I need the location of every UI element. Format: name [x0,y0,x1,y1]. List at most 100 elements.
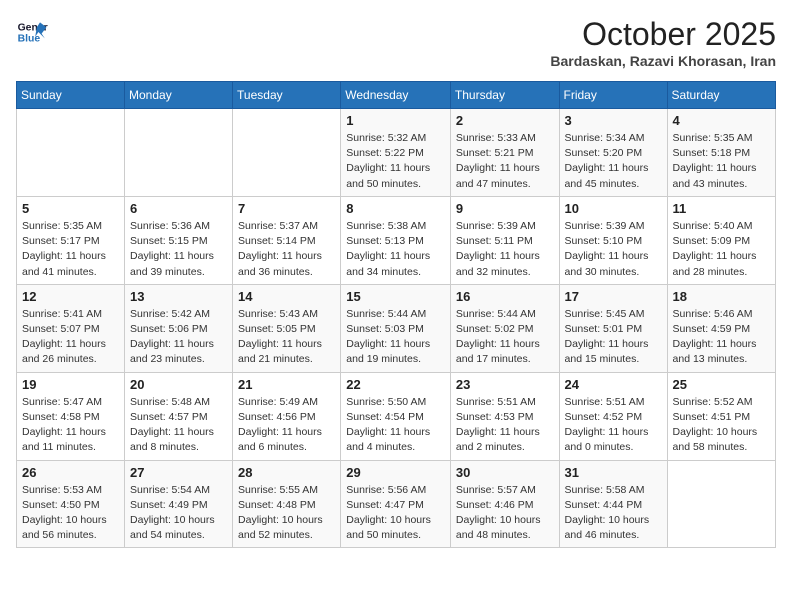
day-number: 31 [565,465,662,480]
day-info: Sunrise: 5:47 AMSunset: 4:58 PMDaylight:… [22,395,119,456]
calendar-cell: 14Sunrise: 5:43 AMSunset: 5:05 PMDayligh… [233,284,341,372]
calendar-cell: 30Sunrise: 5:57 AMSunset: 4:46 PMDayligh… [450,460,559,548]
day-number: 13 [130,289,227,304]
day-number: 23 [456,377,554,392]
day-info: Sunrise: 5:45 AMSunset: 5:01 PMDaylight:… [565,307,662,368]
day-number: 9 [456,201,554,216]
day-number: 26 [22,465,119,480]
day-number: 10 [565,201,662,216]
calendar-cell: 12 Sunrise: 5:41 AMSunset: 5:07 PMDayligh… [17,284,125,372]
day-number: 14 [238,289,335,304]
day-number: 27 [130,465,227,480]
weekday-header-row: SundayMondayTuesdayWednesdayThursdayFrid… [17,82,776,109]
calendar-cell: 11 Sunrise: 5:40 AMSunset: 5:09 PMDayligh… [667,196,775,284]
logo: General Blue [16,16,48,48]
day-info: Sunrise: 5:37 AMSunset: 5:14 PMDaylight:… [238,219,335,280]
day-number: 19 [22,377,119,392]
day-number: 3 [565,113,662,128]
weekday-header-wednesday: Wednesday [341,82,451,109]
svg-text:Blue: Blue [18,34,41,45]
day-info: Sunrise: 5:54 AMSunset: 4:49 PMDaylight:… [130,483,227,544]
day-number: 16 [456,289,554,304]
day-info: Sunrise: 5:33 AMSunset: 5:21 PMDaylight:… [456,131,554,192]
calendar-cell: 15 Sunrise: 5:44 AMSunset: 5:03 PMDayligh… [341,284,451,372]
day-number: 2 [456,113,554,128]
day-info: Sunrise: 5:50 AMSunset: 4:54 PMDaylight:… [346,395,445,456]
day-info: Sunrise: 5:35 AMSunset: 5:18 PMDaylight:… [673,131,770,192]
calendar-cell: 17 Sunrise: 5:45 AMSunset: 5:01 PMDayligh… [559,284,667,372]
day-info: Sunrise: 5:48 AMSunset: 4:57 PMDaylight:… [130,395,227,456]
weekday-header-tuesday: Tuesday [233,82,341,109]
calendar-cell: 13 Sunrise: 5:42 AMSunset: 5:06 PMDayligh… [125,284,233,372]
week-row-5: 26 Sunrise: 5:53 AMSunset: 4:50 PMDayligh… [17,460,776,548]
day-info: Sunrise: 5:46 AMSunset: 4:59 PMDaylight:… [673,307,770,368]
day-number: 22 [346,377,445,392]
week-row-3: 12 Sunrise: 5:41 AMSunset: 5:07 PMDayligh… [17,284,776,372]
day-info: Sunrise: 5:52 AMSunset: 4:51 PMDaylight:… [673,395,770,456]
day-info: Sunrise: 5:58 AMSunset: 4:44 PMDaylight:… [565,483,662,544]
week-row-4: 19 Sunrise: 5:47 AMSunset: 4:58 PMDayligh… [17,372,776,460]
calendar-cell: 18Sunrise: 5:46 AMSunset: 4:59 PMDayligh… [667,284,775,372]
weekday-header-sunday: Sunday [17,82,125,109]
calendar-cell: 7Sunrise: 5:37 AMSunset: 5:14 PMDaylight… [233,196,341,284]
day-info: Sunrise: 5:57 AMSunset: 4:46 PMDaylight:… [456,483,554,544]
calendar-cell: 6 Sunrise: 5:36 AMSunset: 5:15 PMDaylight… [125,196,233,284]
day-number: 28 [238,465,335,480]
page-header: General Blue October 2025 Bardaskan, Raz… [16,16,776,69]
calendar-cell: 31 Sunrise: 5:58 AMSunset: 4:44 PMDayligh… [559,460,667,548]
day-info: Sunrise: 5:34 AMSunset: 5:20 PMDaylight:… [565,131,662,192]
weekday-header-saturday: Saturday [667,82,775,109]
calendar-cell [667,460,775,548]
day-number: 17 [565,289,662,304]
calendar-cell: 26 Sunrise: 5:53 AMSunset: 4:50 PMDayligh… [17,460,125,548]
day-number: 11 [673,201,770,216]
day-number: 15 [346,289,445,304]
day-info: Sunrise: 5:42 AMSunset: 5:06 PMDaylight:… [130,307,227,368]
calendar-cell: 20Sunrise: 5:48 AMSunset: 4:57 PMDayligh… [125,372,233,460]
weekday-header-monday: Monday [125,82,233,109]
day-info: Sunrise: 5:36 AMSunset: 5:15 PMDaylight:… [130,219,227,280]
calendar-cell: 23 Sunrise: 5:51 AMSunset: 4:53 PMDayligh… [450,372,559,460]
day-number: 12 [22,289,119,304]
month-title: October 2025 [550,16,776,53]
day-number: 24 [565,377,662,392]
weekday-header-thursday: Thursday [450,82,559,109]
week-row-1: 1Sunrise: 5:32 AMSunset: 5:22 PMDaylight… [17,109,776,197]
day-number: 29 [346,465,445,480]
calendar-table: SundayMondayTuesdayWednesdayThursdayFrid… [16,81,776,548]
calendar-cell: 10 Sunrise: 5:39 AMSunset: 5:10 PMDayligh… [559,196,667,284]
day-info: Sunrise: 5:44 AMSunset: 5:02 PMDaylight:… [456,307,554,368]
calendar-cell: 25Sunrise: 5:52 AMSunset: 4:51 PMDayligh… [667,372,775,460]
calendar-cell: 28 Sunrise: 5:55 AMSunset: 4:48 PMDayligh… [233,460,341,548]
day-number: 21 [238,377,335,392]
day-number: 6 [130,201,227,216]
day-info: Sunrise: 5:55 AMSunset: 4:48 PMDaylight:… [238,483,335,544]
calendar-cell: 29 Sunrise: 5:56 AMSunset: 4:47 PMDayligh… [341,460,451,548]
calendar-cell: 2 Sunrise: 5:33 AMSunset: 5:21 PMDaylight… [450,109,559,197]
day-info: Sunrise: 5:51 AMSunset: 4:52 PMDaylight:… [565,395,662,456]
week-row-2: 5 Sunrise: 5:35 AMSunset: 5:17 PMDaylight… [17,196,776,284]
day-number: 5 [22,201,119,216]
day-info: Sunrise: 5:56 AMSunset: 4:47 PMDaylight:… [346,483,445,544]
day-info: Sunrise: 5:32 AMSunset: 5:22 PMDaylight:… [346,131,445,192]
calendar-cell: 9Sunrise: 5:39 AMSunset: 5:11 PMDaylight… [450,196,559,284]
calendar-cell: 21 Sunrise: 5:49 AMSunset: 4:56 PMDayligh… [233,372,341,460]
day-info: Sunrise: 5:53 AMSunset: 4:50 PMDaylight:… [22,483,119,544]
day-info: Sunrise: 5:39 AMSunset: 5:10 PMDaylight:… [565,219,662,280]
calendar-cell: 19 Sunrise: 5:47 AMSunset: 4:58 PMDayligh… [17,372,125,460]
calendar-cell: 3 Sunrise: 5:34 AMSunset: 5:20 PMDaylight… [559,109,667,197]
calendar-cell: 4Sunrise: 5:35 AMSunset: 5:18 PMDaylight… [667,109,775,197]
day-info: Sunrise: 5:40 AMSunset: 5:09 PMDaylight:… [673,219,770,280]
weekday-header-friday: Friday [559,82,667,109]
day-info: Sunrise: 5:44 AMSunset: 5:03 PMDaylight:… [346,307,445,368]
day-info: Sunrise: 5:51 AMSunset: 4:53 PMDaylight:… [456,395,554,456]
day-info: Sunrise: 5:41 AMSunset: 5:07 PMDaylight:… [22,307,119,368]
logo-icon: General Blue [16,16,48,48]
calendar-cell: 8Sunrise: 5:38 AMSunset: 5:13 PMDaylight… [341,196,451,284]
day-info: Sunrise: 5:35 AMSunset: 5:17 PMDaylight:… [22,219,119,280]
calendar-cell: 5 Sunrise: 5:35 AMSunset: 5:17 PMDaylight… [17,196,125,284]
calendar-cell: 16 Sunrise: 5:44 AMSunset: 5:02 PMDayligh… [450,284,559,372]
day-info: Sunrise: 5:49 AMSunset: 4:56 PMDaylight:… [238,395,335,456]
location: Bardaskan, Razavi Khorasan, Iran [550,53,776,69]
calendar-cell: 1Sunrise: 5:32 AMSunset: 5:22 PMDaylight… [341,109,451,197]
